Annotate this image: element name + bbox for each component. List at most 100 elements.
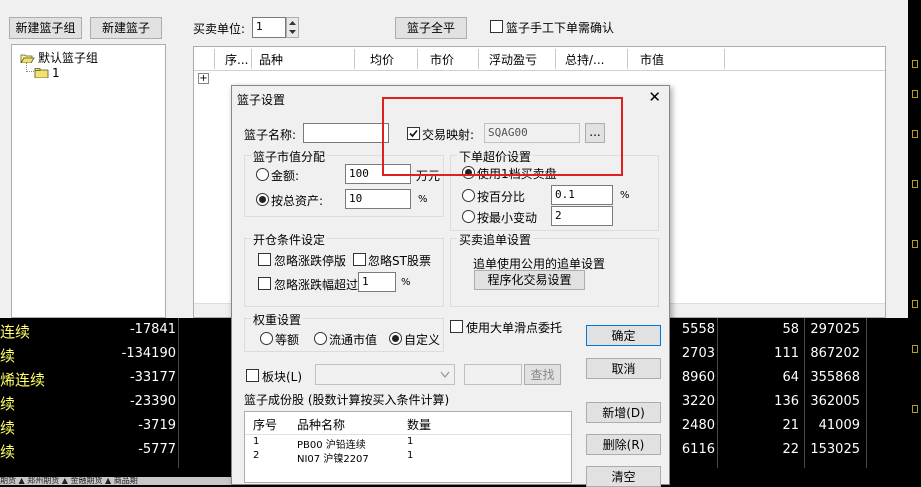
group-title: 篮子市值分配 <box>251 148 328 165</box>
quote-cell: 153025 <box>810 442 860 457</box>
flatten-all-button[interactable]: 篮子全平 <box>395 17 467 39</box>
column-header[interactable]: 数量 <box>407 416 431 433</box>
quote-cell: 21 <box>782 418 799 433</box>
custom-radio[interactable] <box>389 332 402 345</box>
sector-checkbox[interactable] <box>246 369 259 382</box>
new-group-button[interactable]: 新建篮子组 <box>9 17 82 39</box>
members-table[interactable]: 序号 品种名称 数量 1 PB00 沪铅连续 1 2 NI07 沪镍2207 1 <box>244 411 572 483</box>
dialog-title: 篮子设置 <box>237 93 286 107</box>
column-divider <box>717 318 718 468</box>
market-tabs[interactable]: 期货 ▲ 郑州期货 ▲ 金融期货 ▲ 商品期 <box>0 477 240 485</box>
sector-select[interactable] <box>315 364 455 385</box>
row-qty: 1 <box>407 436 414 447</box>
spinner-arrows-icon <box>289 21 296 34</box>
header-divider <box>555 49 556 69</box>
column-header[interactable]: 序号 <box>253 416 277 433</box>
quote-value: -134190 <box>121 346 176 361</box>
ok-button[interactable]: 确定 <box>586 325 661 346</box>
basket-tree[interactable]: 默认篮子组 1 <box>11 44 166 318</box>
toolbar-mark-icon[interactable] <box>912 90 918 98</box>
add-button[interactable]: 新增(D) <box>586 402 661 423</box>
large-slip-label: 使用大单滑点委托 <box>466 321 563 335</box>
quote-cell: 6116 <box>681 442 715 457</box>
expand-icon[interactable]: + <box>198 73 209 84</box>
column-header[interactable]: 序... <box>225 51 248 68</box>
total-assets-input[interactable]: 10 <box>345 189 411 209</box>
header-divider <box>478 49 479 69</box>
search-button[interactable]: 查找 <box>524 364 561 385</box>
ignore-limit-checkbox[interactable] <box>258 253 271 266</box>
column-header[interactable]: 浮动盈亏 <box>489 51 537 68</box>
tree-connector <box>26 62 34 72</box>
close-icon[interactable]: ✕ <box>648 89 661 105</box>
min-tick-input[interactable]: 2 <box>551 206 613 226</box>
column-header[interactable]: 总持/... <box>565 51 605 68</box>
row-number: 1 <box>253 436 260 447</box>
row-name: PB00 沪铅连续 <box>297 440 366 451</box>
amount-radio[interactable] <box>256 168 269 181</box>
toolbar-mark-icon[interactable] <box>912 180 918 188</box>
toolbar-mark-icon[interactable] <box>912 345 918 353</box>
new-basket-button[interactable]: 新建篮子 <box>90 17 162 39</box>
manual-confirm-checkbox[interactable] <box>490 20 503 33</box>
sector-label: 板块(L) <box>262 370 303 384</box>
delete-button[interactable]: 删除(R) <box>586 434 661 455</box>
group-title: 开仓条件设定 <box>251 231 328 248</box>
min-tick-radio[interactable] <box>462 210 475 223</box>
custom-label: 自定义 <box>404 333 441 347</box>
table-row[interactable]: 1 PB00 沪铅连续 1 <box>245 436 571 451</box>
total-assets-unit: % <box>418 194 428 205</box>
trade-unit-spinner[interactable] <box>286 17 299 38</box>
toolbar-mark-icon[interactable] <box>912 300 918 308</box>
ignore-limit-label: 忽略涨跌停版 <box>274 254 347 268</box>
manual-confirm-label: 篮子手工下单需确认 <box>506 21 615 35</box>
quote-cell: 3220 <box>681 394 715 409</box>
quote-name: 烯连续 <box>0 371 46 389</box>
column-header[interactable]: 品种 <box>259 51 283 68</box>
large-slip-checkbox[interactable] <box>450 320 463 333</box>
quote-cell: 5558 <box>681 322 715 337</box>
trade-unit-input[interactable]: 1 <box>252 17 286 38</box>
amount-label: 金额: <box>271 169 300 183</box>
toolbar-mark-icon[interactable] <box>912 60 918 68</box>
clear-button[interactable]: 清空 <box>586 466 661 487</box>
row-qty: 1 <box>407 450 414 461</box>
header-divider <box>627 49 628 69</box>
header-divider <box>214 49 215 69</box>
tree-node-label: 默认篮子组 <box>38 51 99 65</box>
column-header[interactable]: 均价 <box>370 51 394 68</box>
column-header[interactable]: 品种名称 <box>297 416 345 433</box>
total-assets-radio[interactable] <box>256 193 269 206</box>
ignore-exceed-checkbox[interactable] <box>258 277 271 290</box>
float-cap-radio[interactable] <box>314 332 327 345</box>
column-header[interactable]: 市价 <box>430 51 454 68</box>
toolbar-mark-icon[interactable] <box>912 240 918 248</box>
tree-node-basket[interactable]: 1 <box>34 66 60 80</box>
header-divider <box>724 49 725 69</box>
ignore-st-checkbox[interactable] <box>353 253 366 266</box>
ignore-exceed-input[interactable]: 1 <box>358 272 396 292</box>
quote-name: 续 <box>0 419 16 437</box>
row-number: 2 <box>253 450 260 461</box>
header-divider <box>354 49 355 69</box>
sector-search-input[interactable] <box>464 364 522 385</box>
column-divider <box>804 318 805 468</box>
percent-input[interactable]: 0.1 <box>551 185 613 205</box>
percent-radio[interactable] <box>462 189 475 202</box>
group-title: 买卖追单设置 <box>457 231 534 248</box>
quote-cell: 362005 <box>810 394 860 409</box>
cancel-button[interactable]: 取消 <box>586 358 661 379</box>
program-trading-button[interactable]: 程序化交易设置 <box>474 270 585 290</box>
quote-cell: 297025 <box>810 322 860 337</box>
column-header[interactable]: 市值 <box>640 51 664 68</box>
basket-name-input[interactable] <box>303 123 389 143</box>
toolbar-mark-icon[interactable] <box>912 405 918 413</box>
quote-cell: 64 <box>782 370 799 385</box>
quote-name: 连续 <box>0 323 31 341</box>
quote-cell: 22 <box>782 442 799 457</box>
equal-radio[interactable] <box>260 332 273 345</box>
table-row[interactable]: 2 NI07 沪镍2207 1 <box>245 450 571 465</box>
quote-value: -33177 <box>129 370 176 385</box>
toolbar-mark-icon[interactable] <box>912 130 918 138</box>
quote-cell: 8960 <box>681 370 715 385</box>
